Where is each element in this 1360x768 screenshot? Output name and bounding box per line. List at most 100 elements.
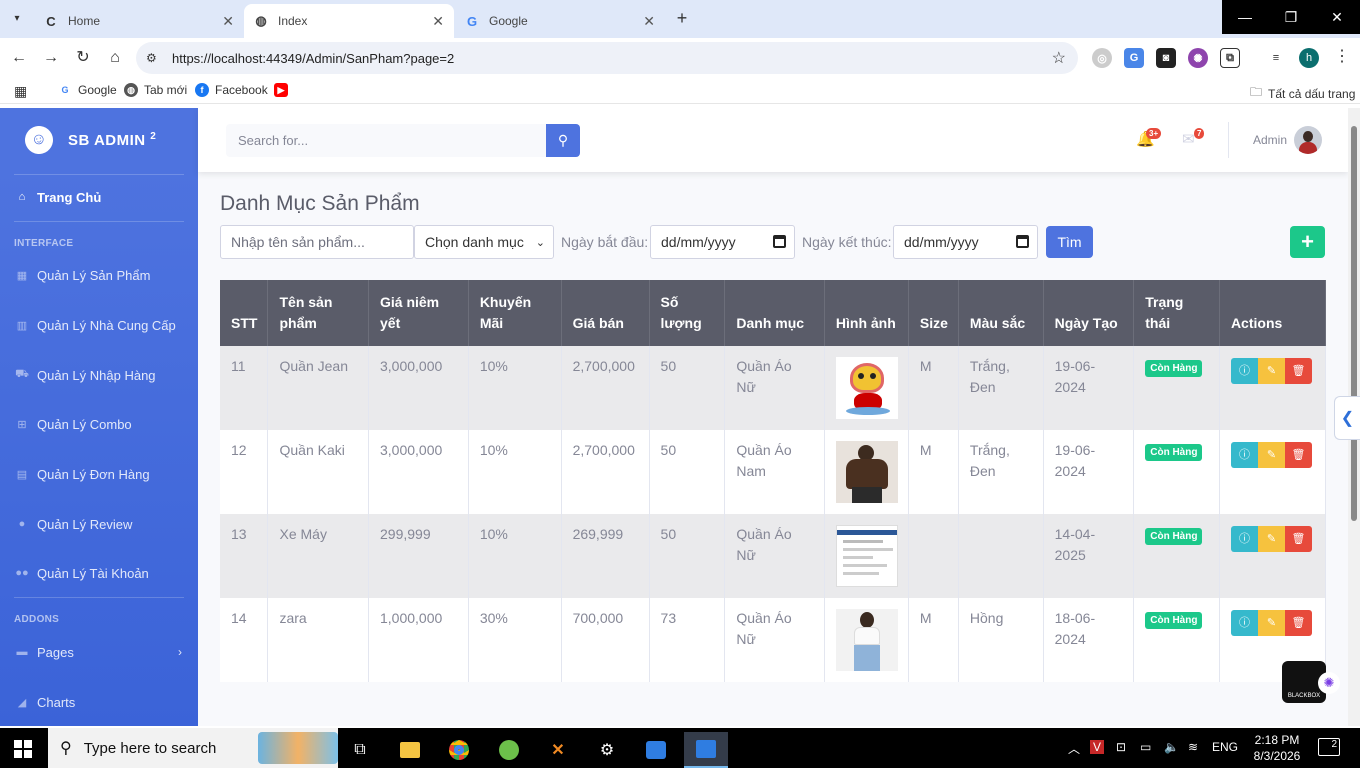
- tab-index[interactable]: ◍ Index ✕: [244, 4, 454, 38]
- sidebar-item-orders[interactable]: ▤ Quản Lý Đơn Hàng: [14, 463, 190, 485]
- screenshot-image[interactable]: [835, 525, 898, 587]
- back-icon[interactable]: ←: [8, 47, 30, 69]
- sidebar-item-products[interactable]: ▦ Quản Lý Sản Phẩm: [14, 264, 190, 286]
- product-name-input[interactable]: Nhập tên sản phẩm...: [220, 225, 414, 259]
- remote-desktop-icon[interactable]: [636, 732, 676, 768]
- sidebar-item-imports[interactable]: ⛟ Quản Lý Nhập Hàng: [14, 364, 190, 386]
- edit-button[interactable]: ✎: [1257, 358, 1285, 384]
- menu-kebab-icon[interactable]: ⋮: [1334, 46, 1350, 66]
- side-panel-toggle[interactable]: ❮: [1334, 396, 1360, 440]
- sidebar-item-suppliers[interactable]: ▥ Quản Lý Nhà Cung Cấp: [14, 314, 190, 336]
- bookmark-star-icon[interactable]: ☆: [1052, 48, 1066, 68]
- info-button[interactable]: ⓘ: [1230, 442, 1258, 468]
- minimize-icon[interactable]: —: [1222, 0, 1268, 34]
- column-header[interactable]: Danh mục: [724, 280, 825, 346]
- language-indicator[interactable]: ENG: [1212, 740, 1238, 754]
- profile-avatar[interactable]: h: [1299, 48, 1319, 68]
- extension-mask-icon[interactable]: ◙: [1156, 48, 1176, 68]
- restore-icon[interactable]: ❐: [1268, 0, 1314, 34]
- column-header[interactable]: Tên sản phẩm: [267, 280, 369, 346]
- tray-chevron-up-icon[interactable]: ︿: [1068, 740, 1080, 757]
- tab-search-button[interactable]: ▾: [6, 8, 28, 30]
- windows-start-icon[interactable]: [14, 740, 32, 758]
- close-window-icon[interactable]: ✕: [1314, 0, 1360, 34]
- column-header[interactable]: Số lượng: [649, 280, 726, 346]
- close-icon[interactable]: ✕: [643, 13, 655, 30]
- media-control-icon[interactable]: ≡: [1266, 48, 1286, 68]
- info-button[interactable]: ⓘ: [1230, 610, 1258, 636]
- column-header[interactable]: Ngày Tạo: [1043, 280, 1135, 346]
- extension-compass-icon[interactable]: ◎: [1092, 48, 1112, 68]
- sublime-icon[interactable]: ✕: [538, 732, 578, 768]
- info-button[interactable]: ⓘ: [1230, 526, 1258, 552]
- sidebar-item-pages[interactable]: ▬ Pages ›: [14, 641, 190, 663]
- close-icon[interactable]: ✕: [222, 13, 234, 30]
- delete-button[interactable]: 🗑: [1284, 610, 1312, 636]
- calendar-icon[interactable]: [773, 235, 786, 248]
- edit-button[interactable]: ✎: [1257, 526, 1285, 552]
- envelope-icon[interactable]: ✉: [1182, 130, 1195, 148]
- add-product-button[interactable]: +: [1290, 226, 1325, 258]
- column-header[interactable]: Giá niêm yết: [368, 280, 469, 346]
- apps-grid-icon[interactable]: ▦: [14, 83, 27, 100]
- calendar-icon[interactable]: [1016, 235, 1029, 248]
- taskbar-search-input[interactable]: ⚲ Type here to search: [48, 728, 338, 768]
- edit-button[interactable]: ✎: [1257, 442, 1285, 468]
- sidebar-item-dashboard[interactable]: ⌂ Trang Chủ: [14, 186, 190, 208]
- delete-button[interactable]: 🗑: [1284, 358, 1312, 384]
- table-row[interactable]: 11 Quần Jean 3,000,000 10% 2,700,000 50 …: [220, 346, 1327, 430]
- lion-dance-image[interactable]: [835, 357, 898, 419]
- settings-gear-icon[interactable]: ⚙: [587, 732, 627, 768]
- search-button[interactable]: ⚲: [546, 124, 580, 157]
- wifi-icon[interactable]: ≋: [1188, 740, 1198, 754]
- edit-button[interactable]: ✎: [1257, 610, 1285, 636]
- tab-home[interactable]: C Home ✕: [34, 4, 244, 38]
- new-tab-button[interactable]: +: [672, 8, 692, 29]
- start-date-input[interactable]: dd/mm/yyyy: [650, 225, 795, 259]
- home-icon[interactable]: ⌂: [104, 47, 126, 69]
- assistant-brain-icon[interactable]: ✺: [1318, 672, 1340, 694]
- url-text[interactable]: https://localhost:44349/Admin/SanPham?pa…: [172, 51, 454, 66]
- column-header[interactable]: Actions: [1219, 280, 1327, 346]
- column-header[interactable]: Trạng thái: [1133, 280, 1220, 346]
- brown-jacket-image[interactable]: [835, 441, 898, 503]
- bookmark-new-tab[interactable]: ◍ Tab mới: [124, 83, 187, 97]
- all-bookmarks[interactable]: 🗀 Tất cả dấu trang: [1250, 83, 1355, 104]
- column-header[interactable]: STT: [220, 280, 269, 346]
- close-icon[interactable]: ✕: [432, 13, 444, 30]
- bookmark-google[interactable]: G Google: [58, 83, 117, 97]
- table-row[interactable]: 13 Xe Máy 299,999 10% 269,999 50 Quần Áo…: [220, 514, 1327, 598]
- extension-brain-icon[interactable]: ✺: [1188, 48, 1208, 68]
- forward-icon[interactable]: →: [40, 47, 62, 69]
- info-button[interactable]: ⓘ: [1230, 358, 1258, 384]
- site-info-icon[interactable]: ⚙: [146, 51, 166, 65]
- vietkey-icon[interactable]: V: [1090, 740, 1105, 754]
- column-header[interactable]: Giá bán: [561, 280, 650, 346]
- column-header[interactable]: Hình ảnh: [824, 280, 909, 346]
- notification-center-icon[interactable]: 2: [1318, 738, 1340, 756]
- tab-google[interactable]: G Google ✕: [455, 4, 665, 38]
- volume-icon[interactable]: 🔈: [1164, 740, 1179, 754]
- delete-button[interactable]: 🗑: [1284, 442, 1312, 468]
- chrome-icon[interactable]: [439, 732, 479, 768]
- coc-coc-icon[interactable]: [489, 732, 529, 768]
- clock[interactable]: 2:18 PM 8/3/2026: [1252, 732, 1302, 764]
- file-explorer-icon[interactable]: [390, 732, 430, 768]
- visual-studio-icon[interactable]: [684, 732, 728, 768]
- bookmark-facebook[interactable]: f Facebook: [195, 83, 268, 97]
- column-header[interactable]: Màu sắc: [958, 280, 1044, 346]
- end-date-input[interactable]: dd/mm/yyyy: [893, 225, 1038, 259]
- bookmark-youtube[interactable]: ▶: [274, 83, 294, 97]
- table-row[interactable]: 12 Quần Kaki 3,000,000 10% 2,700,000 50 …: [220, 430, 1327, 514]
- sidebar-item-reviews[interactable]: ● Quản Lý Review: [14, 513, 190, 535]
- address-bar[interactable]: ⚙ https://localhost:44349/Admin/SanPham?…: [136, 42, 1078, 74]
- extensions-puzzle-icon[interactable]: ⧉: [1220, 48, 1240, 68]
- reload-icon[interactable]: ↻: [72, 47, 94, 69]
- delete-button[interactable]: 🗑: [1284, 526, 1312, 552]
- column-header[interactable]: Size: [908, 280, 959, 346]
- sidebar-item-combo[interactable]: ⊞ Quản Lý Combo: [14, 413, 190, 435]
- scrollbar-thumb[interactable]: [1351, 126, 1357, 521]
- task-view-icon[interactable]: ⧉: [340, 732, 380, 768]
- translate-icon[interactable]: G: [1124, 48, 1144, 68]
- search-submit-button[interactable]: Tìm: [1046, 226, 1093, 258]
